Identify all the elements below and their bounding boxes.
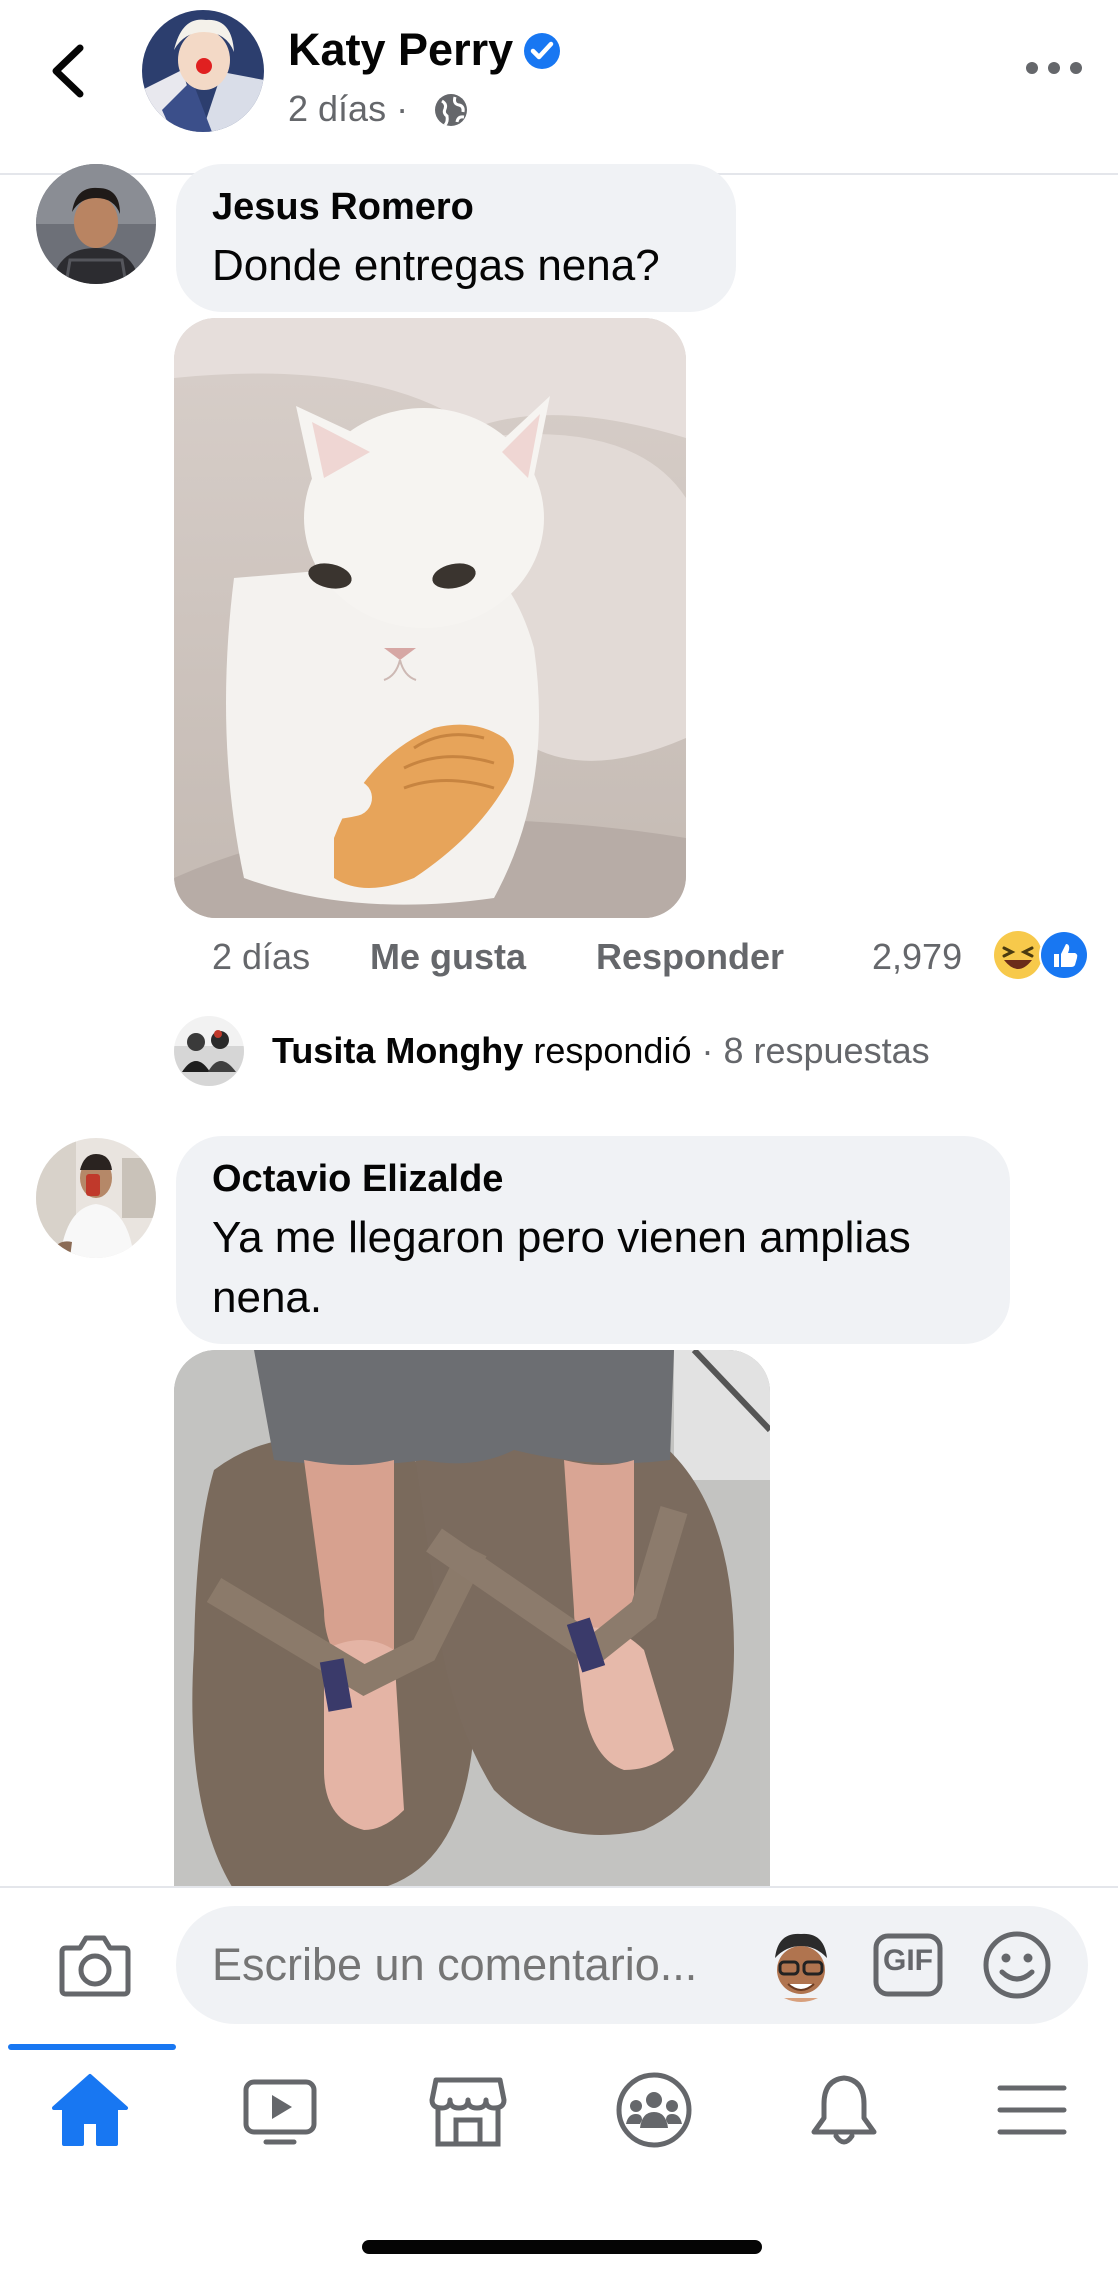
like-icon	[1039, 930, 1089, 980]
active-tab-indicator	[8, 2044, 176, 2050]
comment-author-avatar[interactable]	[36, 1138, 156, 1258]
reactions-summary[interactable]	[992, 928, 1092, 982]
tab-video[interactable]	[240, 2070, 320, 2150]
tab-notifications[interactable]	[804, 2070, 884, 2150]
menu-icon	[997, 2085, 1067, 2135]
emoji-button[interactable]	[982, 1930, 1052, 2000]
marketplace-icon	[429, 2077, 507, 2147]
view-replies-link[interactable]: Tusita Monghy respondió · 8 respuestas	[272, 1030, 930, 1072]
reactions-count[interactable]: 2,979	[872, 936, 962, 978]
comment-text-line-2: nena.	[212, 1273, 323, 1322]
tab-groups[interactable]	[614, 2070, 694, 2150]
gif-button[interactable]: GIF	[872, 1932, 944, 1998]
page-name[interactable]: Katy Perry	[288, 24, 513, 76]
reply-author-avatar[interactable]	[174, 1016, 244, 1086]
post-time[interactable]: 2 días	[288, 88, 386, 129]
chevron-left-icon	[52, 44, 84, 98]
post-meta: 2 días ·	[288, 88, 408, 130]
home-indicator	[362, 2240, 762, 2254]
comment-photo[interactable]	[174, 318, 686, 918]
camera-icon	[59, 1935, 131, 1997]
bell-icon	[811, 2075, 877, 2145]
replies-count[interactable]: · 8 respuestas	[701, 1030, 929, 1071]
tab-home[interactable]	[50, 2070, 130, 2150]
meta-separator: ·	[396, 88, 409, 129]
comment-photo[interactable]	[174, 1350, 770, 1890]
smiley-icon	[983, 1931, 1051, 1999]
comment-author-name[interactable]: Octavio Elizalde	[212, 1158, 503, 1201]
reply-button[interactable]: Responder	[596, 936, 784, 978]
tab-marketplace[interactable]	[428, 2070, 508, 2150]
back-button[interactable]	[40, 36, 100, 102]
reply-author-name[interactable]: Tusita Monghy	[272, 1030, 523, 1071]
comment-author-name[interactable]: Jesus Romero	[212, 186, 474, 229]
avatar-sticker-icon	[775, 1933, 827, 2002]
comment-time[interactable]: 2 días	[212, 936, 310, 978]
video-icon	[243, 2079, 317, 2145]
more-options-button[interactable]	[1024, 56, 1084, 80]
avatar-sticker-button[interactable]	[766, 1928, 836, 2004]
page-avatar[interactable]	[142, 10, 264, 132]
groups-icon	[616, 2072, 692, 2148]
gif-label: GIF	[883, 1944, 933, 1977]
comment-text: Donde entregas nena?	[212, 241, 660, 290]
camera-button[interactable]	[58, 1930, 132, 2000]
globe-icon	[433, 92, 469, 128]
comment-author-avatar[interactable]	[36, 164, 156, 284]
replied-text: respondió	[533, 1030, 692, 1071]
like-button[interactable]: Me gusta	[370, 936, 526, 978]
more-icon	[1026, 62, 1082, 74]
verified-badge-icon	[522, 31, 562, 71]
haha-icon	[994, 931, 1042, 979]
home-icon	[52, 2074, 128, 2146]
tab-menu[interactable]	[992, 2070, 1072, 2150]
comment-input[interactable]	[176, 1906, 1088, 2024]
comment-text-line-1: Ya me llegaron pero vienen amplias	[212, 1213, 911, 1262]
